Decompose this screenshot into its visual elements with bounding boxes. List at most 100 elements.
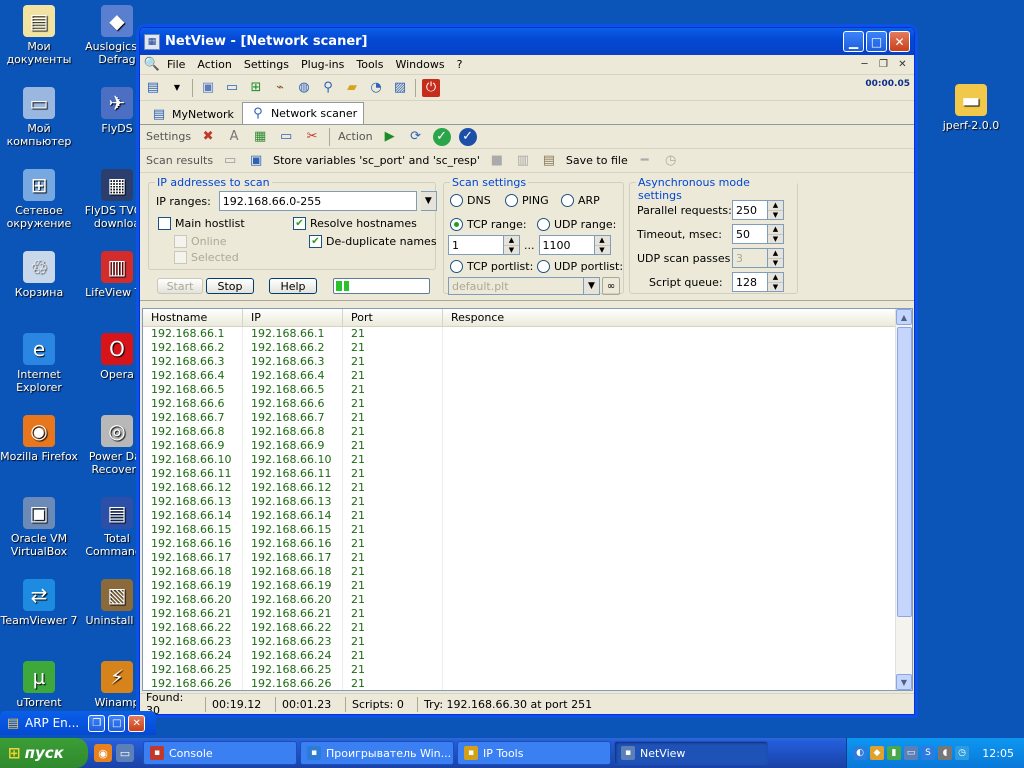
desktop-icon[interactable]: e Internet Explorer <box>0 333 78 394</box>
mdi-close-icon[interactable]: ✕ <box>895 58 910 72</box>
table-row[interactable]: 192.168.66.4 192.168.66.4 21 <box>143 369 912 383</box>
udp-portlist-radio[interactable] <box>537 260 550 273</box>
clock-icon[interactable]: ◷ <box>662 152 680 170</box>
menu-action[interactable]: Action <box>191 58 237 71</box>
folder-search-icon[interactable]: ▰ <box>343 79 361 97</box>
desktop-icon[interactable]: ▤ Мои документы <box>0 5 78 66</box>
table-row[interactable]: 192.168.66.14 192.168.66.14 21 <box>143 509 912 523</box>
script-queue-input[interactable]: 128 <box>732 272 768 292</box>
document-icon[interactable]: ▣ <box>199 79 217 97</box>
window-icon[interactable]: ▭ <box>277 128 295 146</box>
grid-icon[interactable]: ▦ <box>251 128 269 146</box>
desktop-icon[interactable]: ▣ Oracle VM VirtualBox <box>0 497 78 558</box>
close-button[interactable]: ✕ <box>889 31 910 52</box>
taskbar-task[interactable]: ▪ Проигрыватель Win... <box>300 741 454 765</box>
resolve-hostnames-checkbox[interactable]: ✔ <box>293 217 306 230</box>
ping-radio[interactable] <box>505 194 518 207</box>
table-row[interactable]: 192.168.66.18 192.168.66.18 21 <box>143 565 912 579</box>
table-row[interactable]: 192.168.66.10 192.168.66.10 21 <box>143 453 912 467</box>
firefox-quicklaunch-icon[interactable]: ◉ <box>94 744 112 762</box>
tcp-portlist-radio[interactable] <box>450 260 463 273</box>
script-queue-spinner[interactable]: ▲ ▼ <box>768 272 784 292</box>
table-row[interactable]: 192.168.66.9 192.168.66.9 21 <box>143 439 912 453</box>
menu-help[interactable]: ? <box>451 58 469 71</box>
table-row[interactable]: 192.168.66.21 192.168.66.21 21 <box>143 607 912 621</box>
table-row[interactable]: 192.168.66.25 192.168.66.25 21 <box>143 663 912 677</box>
table-row[interactable]: 192.168.66.26 192.168.66.26 21 <box>143 677 912 690</box>
tray-clock[interactable]: 12:05 <box>982 747 1014 760</box>
delete-icon[interactable]: ✖ <box>199 128 217 146</box>
range-from-input[interactable]: 1 <box>448 235 504 255</box>
monitor-icon[interactable]: ▭ <box>221 152 239 170</box>
menu-settings[interactable]: Settings <box>238 58 295 71</box>
tab-mynetwork[interactable]: ▤ MyNetwork <box>144 104 240 124</box>
desktop-icon[interactable]: ♲ Корзина <box>0 251 78 299</box>
power-icon[interactable]: ⏻ <box>422 78 440 97</box>
udp-passes-spinner[interactable]: ▲ ▼ <box>768 248 784 268</box>
parallel-requests-input[interactable]: 250 <box>732 200 768 220</box>
table-row[interactable]: 192.168.66.1 192.168.66.1 21 <box>143 327 912 341</box>
start-button-taskbar[interactable]: ⊞ пуск <box>0 738 88 768</box>
store-variables-label[interactable]: Store variables 'sc_port' and 'sc_resp' <box>273 154 480 167</box>
menu-plugins[interactable]: Plug-ins <box>295 58 350 71</box>
table-row[interactable]: 192.168.66.15 192.168.66.15 21 <box>143 523 912 537</box>
table-row[interactable]: 192.168.66.17 192.168.66.17 21 <box>143 551 912 565</box>
table-row[interactable]: 192.168.66.11 192.168.66.11 21 <box>143 467 912 481</box>
arp-radio[interactable] <box>561 194 574 207</box>
chat-icon[interactable]: ◔ <box>367 79 385 97</box>
mdi-restore-icon[interactable]: ❐ <box>876 58 891 72</box>
computer-icon[interactable]: ▨ <box>391 79 409 97</box>
menu-tools[interactable]: Tools <box>350 58 389 71</box>
minimized-maximize-button[interactable]: □ <box>108 714 126 732</box>
refresh-icon[interactable]: ⟳ <box>407 128 425 146</box>
magnifier-icon[interactable]: ⚲ <box>319 79 337 97</box>
dedup-names-checkbox[interactable]: ✔ <box>309 235 322 248</box>
store-variables-icon[interactable]: ▣ <box>247 152 265 170</box>
scroll-down-icon[interactable]: ▼ <box>896 674 912 690</box>
tray-security-icon[interactable]: ◆ <box>870 746 884 760</box>
table-row[interactable]: 192.168.66.24 192.168.66.24 21 <box>143 649 912 663</box>
tray-signal-icon[interactable]: ▮ <box>887 746 901 760</box>
save-to-file-label[interactable]: Save to file <box>566 154 628 167</box>
table-row[interactable]: 192.168.66.13 192.168.66.13 21 <box>143 495 912 509</box>
tray-volume-icon[interactable]: ◖ <box>938 746 952 760</box>
scroll-thumb[interactable] <box>897 327 912 617</box>
table-row[interactable]: 192.168.66.2 192.168.66.2 21 <box>143 341 912 355</box>
binoculars-icon[interactable]: ∞ <box>602 277 620 295</box>
portlist-select[interactable]: default.plt <box>448 277 584 295</box>
run-icon[interactable]: ▶ <box>381 128 399 146</box>
timeout-input[interactable]: 50 <box>732 224 768 244</box>
taskbar-task[interactable]: ▪ IP Tools <box>457 741 611 765</box>
desktop-icon[interactable]: µ uTorrent <box>0 661 78 709</box>
dns-radio[interactable] <box>450 194 463 207</box>
dropdown-arrow-icon[interactable]: ▼ <box>168 79 186 97</box>
menu-file[interactable]: File <box>161 58 191 71</box>
clipboard-icon[interactable]: ▥ <box>514 152 532 170</box>
desktop-icon[interactable]: ◉ Mozilla Firefox <box>0 415 78 463</box>
mdi-minimize-icon[interactable]: ─ <box>857 58 872 72</box>
title-bar[interactable]: ▦ NetView - [Network scaner] ▁ □ ✕ <box>140 28 914 55</box>
minimized-close-button[interactable]: ✕ <box>128 714 146 732</box>
tray-clock-icon[interactable]: ◷ <box>955 746 969 760</box>
table-row[interactable]: 192.168.66.12 192.168.66.12 21 <box>143 481 912 495</box>
range-from-spinner[interactable]: ▲ ▼ <box>504 235 520 255</box>
start-button[interactable]: Start <box>157 278 203 294</box>
tcp-range-radio[interactable] <box>450 218 463 231</box>
portlist-dropdown[interactable]: ▼ <box>584 277 600 295</box>
tools-icon[interactable]: ✂ <box>303 128 321 146</box>
tray-monitor-icon[interactable]: ▭ <box>904 746 918 760</box>
taskbar-task[interactable]: ▪ NetView <box>614 741 768 765</box>
vertical-scrollbar[interactable]: ▲ ▼ <box>895 309 912 690</box>
ip-ranges-dropdown[interactable]: ▼ <box>420 191 437 211</box>
check-blue-icon[interactable]: ✓ <box>458 127 477 146</box>
range-to-input[interactable]: 1100 <box>538 235 595 255</box>
desktop-icon-jperf[interactable]: ▬ jperf-2.0.0 <box>932 84 1010 132</box>
desktop-icon[interactable]: ⇄ TeamViewer 7 <box>0 579 78 627</box>
column-port[interactable]: Port <box>343 309 443 326</box>
minimized-arp-window[interactable]: ▤ ARP En... ❐ □ ✕ <box>0 711 156 735</box>
stop-button[interactable]: Stop <box>206 278 254 294</box>
table-row[interactable]: 192.168.66.7 192.168.66.7 21 <box>143 411 912 425</box>
stop-square-icon[interactable]: ■ <box>488 152 506 170</box>
desktop-icon[interactable]: ⊞ Сетевое окружение <box>0 169 78 230</box>
tray-network-icon[interactable]: ◐ <box>853 746 867 760</box>
